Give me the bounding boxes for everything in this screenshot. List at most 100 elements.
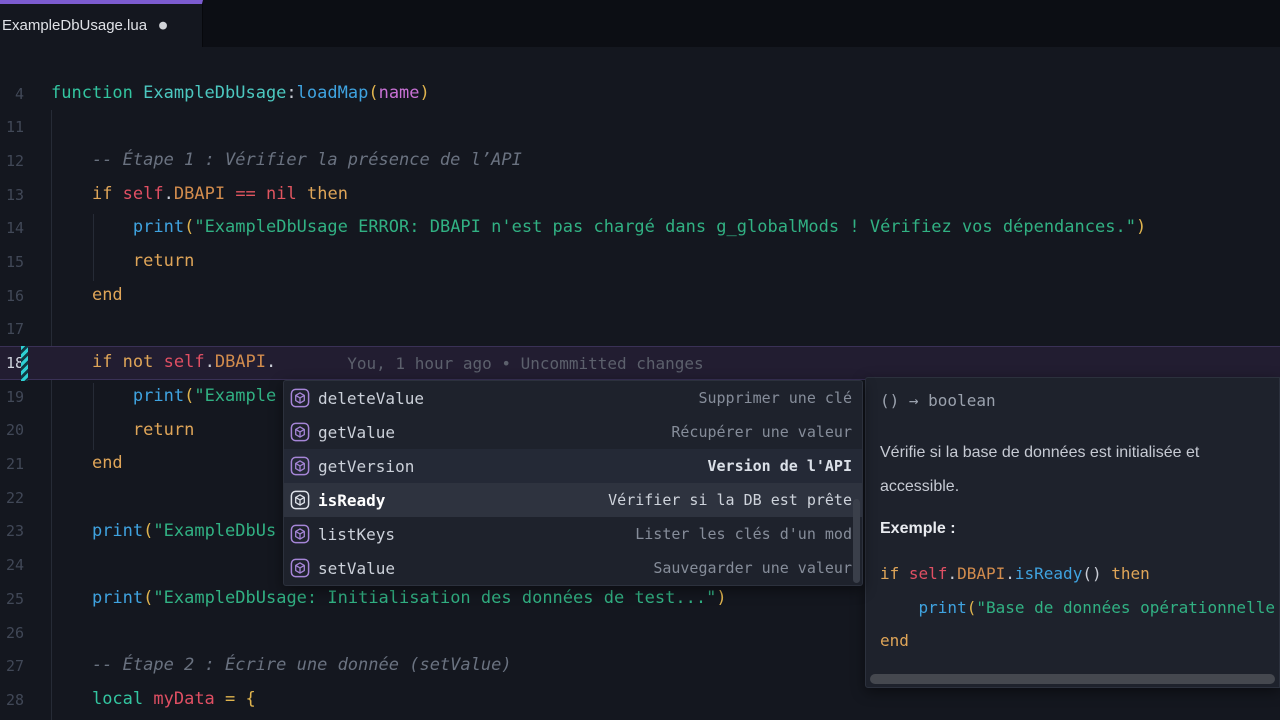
gutter-decoration [24, 447, 51, 481]
modified-dot-icon[interactable]: ● [159, 18, 167, 33]
gutter-decoration [24, 77, 51, 111]
line-number: 27 [0, 657, 24, 675]
code-text: print("ExampleDbUs [51, 515, 276, 549]
line-number: 22 [0, 489, 24, 507]
gutter-decoration [24, 245, 51, 279]
suggestion-detail: Version de l'API [708, 457, 853, 475]
tab-exampledbusage[interactable]: ExampleDbUsage.lua ● [0, 0, 203, 47]
gutter-decoration [24, 616, 51, 650]
method-cube-icon [290, 558, 310, 578]
code-text: -- Étape 1 : Vérifier la présence de l’A… [51, 144, 522, 178]
code-text: end [51, 447, 123, 481]
modified-line-marker [21, 346, 28, 381]
code-line[interactable]: 28 local myData = { [0, 683, 1280, 717]
code-text: print("Example [51, 380, 276, 414]
suggestion-label: deleteValue [318, 389, 424, 408]
line-number: 16 [0, 287, 24, 305]
gutter-decoration [24, 414, 51, 448]
suggestion-item-deleteValue[interactable]: deleteValue Supprimer une clé [284, 381, 862, 415]
gutter-decoration [24, 649, 51, 683]
git-blame-annotation: You, 1 hour ago • Uncommitted changes [347, 354, 703, 373]
line-number: 20 [0, 421, 24, 439]
suggestion-detail: Récupérer une valeur [671, 423, 852, 441]
code-text: end [51, 279, 123, 313]
line-number: 15 [0, 253, 24, 271]
code-line[interactable]: 16 end [0, 279, 1280, 313]
code-text: -- Étape 2 : Écrire une donnée (setValue… [51, 649, 512, 683]
code-line[interactable]: 18 if not self.DBAPI.You, 1 hour ago • U… [0, 346, 1280, 380]
docs-horizontal-scrollbar[interactable] [870, 674, 1275, 684]
gutter-decoration [24, 178, 51, 212]
line-number: 12 [0, 152, 24, 170]
line-number: 13 [0, 186, 24, 204]
gutter-decoration [24, 144, 51, 178]
gutter-decoration [24, 683, 51, 717]
gutter-decoration [24, 380, 51, 414]
suggestion-label: isReady [318, 491, 385, 510]
code-text: return [51, 414, 194, 448]
gutter-decoration [24, 211, 51, 245]
line-number: 19 [0, 388, 24, 406]
gutter-decoration [24, 548, 51, 582]
method-cube-icon [290, 456, 310, 476]
code-line[interactable]: 11 [0, 110, 1280, 144]
gutter-decoration [24, 582, 51, 616]
popup-scrollbar[interactable] [853, 499, 860, 583]
line-number: 4 [0, 85, 24, 103]
code-line[interactable]: 4 function ExampleDbUsage:loadMap(name) [0, 77, 1280, 111]
code-line[interactable]: 12 -- Étape 1 : Vérifier la présence de … [0, 144, 1280, 178]
suggestion-item-setValue[interactable]: setValueSauvegarder une valeur [284, 551, 862, 585]
code-text: return [51, 245, 194, 279]
signature-text: () → boolean [880, 391, 1263, 410]
code-text: print("ExampleDbUsage: Initialisation de… [51, 582, 727, 616]
docs-code-line: if self.DBAPI.isReady() then [880, 557, 1263, 591]
code-line[interactable]: 15 return [0, 245, 1280, 279]
docs-description: Vérifie si la base de données est initia… [880, 436, 1263, 504]
suggestion-label: getVersion [318, 457, 414, 476]
suggestion-label: getValue [318, 423, 395, 442]
docs-code-block: if self.DBAPI.isReady() then print("Base… [880, 557, 1263, 658]
suggestion-item-getValue[interactable]: getValue Récupérer une valeur [284, 415, 862, 449]
gutter-decoration [24, 347, 51, 379]
gutter-decoration [24, 279, 51, 313]
code-text: if self.DBAPI == nil then [51, 178, 348, 212]
line-number: 21 [0, 455, 24, 473]
gutter-decoration [24, 515, 51, 549]
suggestion-detail: Supprimer une clé [698, 389, 852, 407]
line-number: 28 [0, 691, 24, 709]
gutter-decoration [24, 110, 51, 144]
method-cube-icon [290, 524, 310, 544]
docs-example-heading: Exemple : [880, 520, 1263, 538]
gutter-decoration [24, 313, 51, 347]
suggestion-item-listKeys[interactable]: listKeys Lister les clés d'un mod [284, 517, 862, 551]
suggestion-item-getVersion[interactable]: getVersion Version de l'API [284, 449, 862, 483]
tab-bar: ExampleDbUsage.lua ● [0, 0, 1280, 47]
line-number: 17 [0, 320, 24, 338]
code-line[interactable]: 14 print("ExampleDbUsage ERROR: DBAPI n'… [0, 211, 1280, 245]
line-number: 23 [0, 522, 24, 540]
method-cube-icon [290, 490, 310, 510]
suggestion-label: listKeys [318, 525, 395, 544]
editor-window: ExampleDbUsage.lua ● 4 function ExampleDb… [0, 0, 1280, 720]
autocomplete-popup[interactable]: deleteValue Supprimer une clé getValue Récu… [283, 380, 863, 586]
method-cube-icon [290, 388, 310, 408]
suggestion-item-isReady[interactable]: isReady Vérifier si la DB est prête [284, 483, 862, 517]
suggestion-detail: Vérifier si la DB est prête [608, 491, 852, 509]
gutter-decoration [24, 481, 51, 515]
suggestion-docs-panel: () → boolean Vérifie si la base de donné… [865, 377, 1280, 688]
tab-filename: ExampleDbUsage.lua [0, 17, 147, 34]
docs-code-line: end [880, 624, 1263, 658]
method-cube-icon [290, 422, 310, 442]
line-number: 26 [0, 624, 24, 642]
suggestion-detail: Lister les clés d'un mod [635, 525, 852, 543]
line-number: 11 [0, 118, 24, 136]
autocomplete-list: deleteValue Supprimer une clé getValue Récu… [284, 381, 862, 585]
code-text: function ExampleDbUsage:loadMap(name) [51, 77, 430, 111]
code-text: local myData = { [51, 683, 256, 717]
line-number: 25 [0, 590, 24, 608]
code-text: print("ExampleDbUsage ERROR: DBAPI n'est… [51, 211, 1146, 245]
line-number: 14 [0, 219, 24, 237]
docs-code-line: print("Base de données opérationnelle !"… [880, 591, 1263, 625]
code-line[interactable]: 17 [0, 313, 1280, 347]
code-line[interactable]: 13 if self.DBAPI == nil then [0, 178, 1280, 212]
